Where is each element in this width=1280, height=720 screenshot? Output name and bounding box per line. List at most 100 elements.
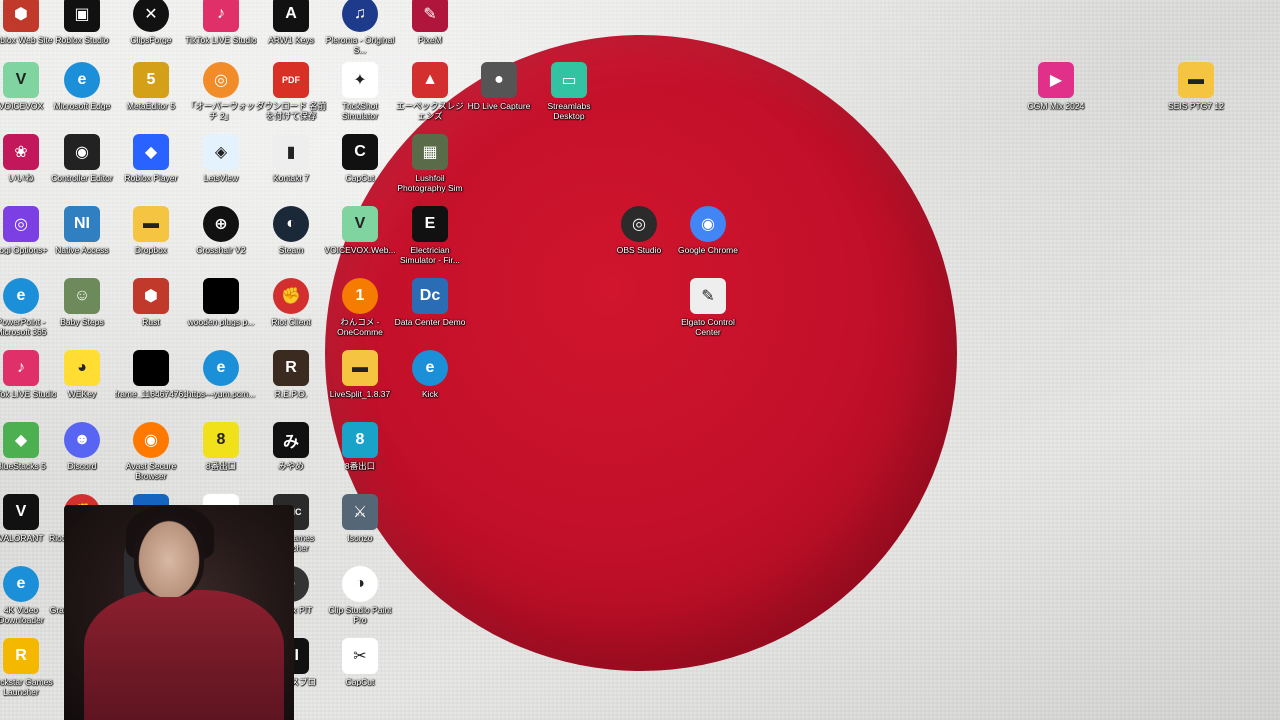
capcut-dark-icon: C: [342, 134, 378, 170]
shortcut-label: TikTok LIVE Studio: [185, 35, 257, 45]
shortcut-label: R.E.P.O.: [274, 389, 308, 399]
crosshair-icon: ⊕: [203, 206, 239, 242]
desktop-shortcut[interactable]: R R.E.P.O.: [255, 346, 327, 420]
desktop-shortcut[interactable]: 5 MetaEditor 5: [115, 58, 187, 132]
desktop-shortcut[interactable]: PDF ダウンロード 名前を付けて保存: [255, 58, 327, 132]
shortcut-label: OBS Studio: [616, 245, 662, 255]
arw-keys-icon: A: [273, 0, 309, 32]
desktop-shortcut[interactable]: 8 8番出口: [185, 418, 257, 492]
desktop-shortcut[interactable]: 8 8番出口: [324, 418, 396, 492]
tiktok-live-icon: ♪: [203, 0, 239, 32]
shortcut-label: Lushfoil Photography Sim: [397, 173, 463, 193]
desktop-shortcut[interactable]: ✎ Elgato Control Center: [672, 274, 744, 348]
desktop-shortcut[interactable]: ◆ Roblox Player: [115, 130, 187, 204]
overwatch-icon: ◎: [203, 62, 239, 98]
shortcut-label: ダウンロード 名前を付けて保存: [255, 101, 327, 121]
desktop-shortcut[interactable]: ● HD Live Capture: [463, 58, 535, 132]
folder-icon: ▬: [1178, 62, 1214, 98]
desktop-shortcut[interactable]: e Microsoft Edge: [46, 58, 118, 132]
shortcut-label: Google Chrome: [677, 245, 738, 255]
music-note-icon: ♫: [342, 0, 378, 32]
desktop-shortcut[interactable]: ◎ OBS Studio: [603, 202, 675, 276]
shortcut-label: TrickShot Simulator: [342, 101, 378, 121]
desktop-shortcut[interactable]: ✎ PixeM: [394, 0, 466, 66]
shortcut-label: みやめ: [278, 461, 304, 471]
desktop-shortcut[interactable]: ⊕ Crosshair V2: [185, 202, 257, 276]
shortcut-label: HD Live Capture: [467, 101, 531, 111]
desktop-shortcut[interactable]: C CapCut: [324, 130, 396, 204]
desktop-shortcut[interactable]: ▮ Kontakt 7: [255, 130, 327, 204]
voicevox-web-icon: V: [342, 206, 378, 242]
desktop-shortcut[interactable]: ☻ Discord: [46, 418, 118, 492]
shortcut-label: Roblox Player: [124, 173, 178, 183]
electrician-icon: E: [412, 206, 448, 242]
shortcut-label: MetaEditor 5: [126, 101, 176, 111]
desktop-shortcut[interactable]: ◎ 「オーバーウォッチ 2」: [185, 58, 257, 132]
lushfoil-icon: ▦: [412, 134, 448, 170]
bluestacks-icon: ◆: [3, 422, 39, 458]
valorant-icon: V: [3, 494, 39, 530]
desktop-shortcut[interactable]: ✦ TrickShot Simulator: [324, 58, 396, 132]
roblox-studio-icon: ▣: [64, 0, 100, 32]
shortcut-label: 「オーバーウォッチ 2」: [187, 101, 255, 121]
desktop-shortcut[interactable]: ◐ Steam: [255, 202, 327, 276]
shortcut-label: https---yum.pcm...: [186, 389, 256, 399]
desktop-shortcut[interactable]: ◈ LetsView: [185, 130, 257, 204]
desktop-shortcut[interactable]: ♪ TikTok LIVE Studio: [185, 0, 257, 66]
desktop-shortcut[interactable]: ◕ WEKey: [46, 346, 118, 420]
pink-app-icon: ❀: [3, 134, 39, 170]
obs-icon: ◎: [621, 206, 657, 242]
shortcut-label: ARW1 Keys: [268, 35, 314, 45]
desktop-shortcut[interactable]: 1 わんコメ - OneComme: [324, 274, 396, 348]
shortcut-label: Crosshair V2: [196, 245, 246, 255]
desktop-shortcut[interactable]: ▬ LiveSplit_1.8.37: [324, 346, 396, 420]
native-access-icon: NI: [64, 206, 100, 242]
riot-icon: ✊: [273, 278, 309, 314]
shortcut-label: Pleroma - Original S...: [325, 35, 395, 55]
shortcut-label: わんコメ - OneComme: [337, 317, 383, 337]
desktop-shortcut[interactable]: ✕ ClipsForge: [115, 0, 187, 66]
desktop-shortcut[interactable]: frame_1164674761: [115, 346, 187, 420]
desktop-shortcut[interactable]: ▣ Roblox Studio: [46, 0, 118, 66]
desktop-shortcut[interactable]: ✂ CapCut: [324, 634, 396, 708]
shortcut-label: Controller Editor: [51, 173, 113, 183]
desktop-shortcut[interactable]: ▶ CGM Mix 2024: [1020, 58, 1092, 132]
desktop-shortcut[interactable]: ⬢ Rust: [115, 274, 187, 348]
pdf-icon: PDF: [273, 62, 309, 98]
desktop-shortcut[interactable]: ◉ Google Chrome: [672, 202, 744, 276]
desktop-shortcut[interactable]: ▭ Streamlabs Desktop: [533, 58, 605, 132]
shortcut-label: CGM Mix 2024: [1027, 101, 1085, 111]
steam-icon: ◐: [273, 206, 309, 242]
desktop-shortcut[interactable]: E Electrician Simulator - Fir...: [394, 202, 466, 276]
desktop-shortcut[interactable]: ▬ Dropbox: [115, 202, 187, 276]
shortcut-label: frame_1164674761: [115, 389, 187, 399]
desktop-shortcut[interactable]: ▬ SEIS PTG7 12: [1160, 58, 1232, 132]
desktop-shortcut[interactable]: ✊ Riot Client: [255, 274, 327, 348]
desktop-shortcut[interactable]: ▦ Lushfoil Photography Sim: [394, 130, 466, 204]
desktop-shortcut[interactable]: ♫ Pleroma - Original S...: [324, 0, 396, 66]
shortcut-label: Clip Studio Paint Pro: [328, 605, 392, 625]
desktop-shortcut[interactable]: ⚔ Isonzo: [324, 490, 396, 564]
capcut-icon: ✂: [342, 638, 378, 674]
desktop-shortcut[interactable]: みみやめ: [255, 418, 327, 492]
shortcut-label: Electrician Simulator - Fir...: [400, 245, 460, 265]
isonzo-icon: ⚔: [342, 494, 378, 530]
webcam-overlay: [64, 505, 294, 720]
desktop-shortcut[interactable]: ◑ Clip Studio Paint Pro: [324, 562, 396, 636]
exit8-blue-icon: 8: [342, 422, 378, 458]
desktop-shortcut[interactable]: ◉ Controller Editor: [46, 130, 118, 204]
desktop-shortcut[interactable]: e Kick: [394, 346, 466, 420]
shortcut-label: エーペックスレジェンズ: [396, 101, 464, 121]
desktop-shortcut[interactable]: ▲ エーペックスレジェンズ: [394, 58, 466, 132]
desktop-shortcut[interactable]: e https---yum.pcm...: [185, 346, 257, 420]
desktop-shortcut[interactable]: ◉ Avast Secure Browser: [115, 418, 187, 492]
desktop-shortcut[interactable]: A ARW1 Keys: [255, 0, 327, 66]
desktop-shortcut[interactable]: ☺ Baby Steps: [46, 274, 118, 348]
discord-icon: ☻: [64, 422, 100, 458]
desktop-shortcut[interactable]: Dc Data Center Demo: [394, 274, 466, 348]
desktop-shortcut[interactable]: wooden plugs p...: [185, 274, 257, 348]
shortcut-label: Elgato Control Center: [681, 317, 735, 337]
roblox-player-icon: ◆: [133, 134, 169, 170]
desktop-shortcut[interactable]: NI Native Access: [46, 202, 118, 276]
desktop-shortcut[interactable]: V VOICEVOX.Web...: [324, 202, 396, 276]
